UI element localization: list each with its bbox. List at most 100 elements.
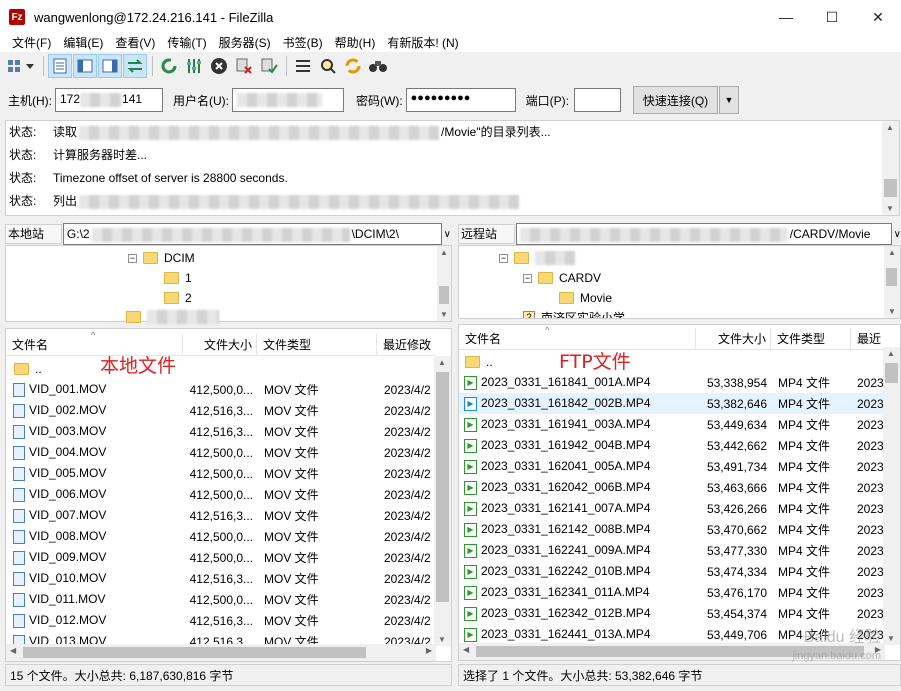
log-scrollbar-thumb[interactable]: [884, 179, 897, 197]
tree-item-redacted[interactable]: −: [499, 249, 575, 267]
remote-file-row[interactable]: ▶ 2023_0331_162241_009A.MP4 53,477,330 MP4 …: [459, 540, 885, 561]
remote-file-row[interactable]: ▶ 2023_0331_162042_006B.MP4 53,463,666 MP4 …: [459, 477, 885, 498]
scroll-up-arrow-icon[interactable]: ▲: [438, 358, 446, 367]
close-button[interactable]: ✕: [855, 0, 901, 34]
tree-item-redacted[interactable]: [126, 308, 219, 326]
remote-file-row[interactable]: ▶ 2023_0331_161841_001A.MP4 53,338,954 MP4 …: [459, 372, 885, 393]
local-file-row[interactable]: VID_008.MOV 412,500,0... MOV 文件 2023/4/2: [6, 526, 436, 547]
reconnect-icon[interactable]: [257, 54, 281, 78]
local-tree-scrollbar-thumb[interactable]: [439, 286, 449, 304]
remote-col-type[interactable]: 文件类型: [771, 328, 851, 349]
tree-collapse-icon[interactable]: −: [499, 253, 508, 263]
remote-col-modified[interactable]: 最近: [851, 328, 885, 349]
maximize-button[interactable]: ☐: [809, 0, 855, 34]
local-list-scrollbar-thumb[interactable]: [436, 372, 449, 602]
remote-file-row[interactable]: ▶ 2023_0331_162041_005A.MP4 53,491,734 MP4 …: [459, 456, 885, 477]
compare-directories-icon[interactable]: [316, 54, 340, 78]
local-col-size[interactable]: 文件大小: [183, 334, 257, 355]
local-file-row[interactable]: VID_001.MOV 412,500,0... MOV 文件 2023/4/2: [6, 379, 436, 400]
menu-bookmarks[interactable]: 书签(B): [277, 34, 329, 52]
local-file-row[interactable]: VID_004.MOV 412,500,0... MOV 文件 2023/4/2: [6, 442, 436, 463]
remote-tree-scrollbar[interactable]: ▲ ▼: [884, 246, 900, 318]
scroll-down-arrow-icon[interactable]: ▼: [886, 204, 894, 213]
remote-file-row[interactable]: ▶ 2023_0331_161842_002B.MP4 53,382,646 MP4 …: [459, 393, 885, 414]
local-list-scrollbar[interactable]: ▲ ▼: [434, 356, 451, 646]
log-scrollbar[interactable]: ▲ ▼: [882, 121, 899, 215]
scroll-left-arrow-icon[interactable]: ◀: [463, 645, 469, 654]
menu-help[interactable]: 帮助(H): [329, 34, 382, 52]
tree-collapse-icon[interactable]: −: [523, 273, 532, 283]
remote-path-dropdown-icon[interactable]: ∨: [894, 229, 901, 240]
tree-collapse-icon[interactable]: −: [128, 253, 137, 263]
toggle-remote-tree-icon[interactable]: [98, 54, 122, 78]
local-tree-scrollbar[interactable]: ▲ ▼: [437, 246, 451, 321]
scroll-up-arrow-icon[interactable]: ▲: [888, 248, 896, 257]
remote-tree-scrollbar-thumb[interactable]: [886, 268, 897, 286]
search-remote-files-icon[interactable]: [366, 54, 390, 78]
remote-col-filename[interactable]: 文件名: [459, 328, 696, 349]
remote-file-row[interactable]: ▶ 2023_0331_162141_007A.MP4 53,426,266 MP4 …: [459, 498, 885, 519]
local-file-row[interactable]: VID_006.MOV 412,500,0... MOV 文件 2023/4/2: [6, 484, 436, 505]
local-file-row[interactable]: VID_011.MOV 412,500,0... MOV 文件 2023/4/2: [6, 589, 436, 610]
remote-file-row[interactable]: ▶ 2023_0331_162342_012B.MP4 53,454,374 MP4 …: [459, 603, 885, 624]
minimize-button[interactable]: —: [763, 0, 809, 34]
refresh-icon[interactable]: [157, 54, 181, 78]
tree-item-movie[interactable]: Movie: [559, 289, 612, 307]
local-parent-dir-row[interactable]: ..: [6, 358, 436, 379]
local-file-row[interactable]: VID_002.MOV 412,516,3... MOV 文件 2023/4/2: [6, 400, 436, 421]
cancel-operation-icon[interactable]: [207, 54, 231, 78]
scroll-down-arrow-icon[interactable]: ▼: [887, 634, 895, 643]
scroll-left-arrow-icon[interactable]: ◀: [10, 646, 16, 655]
local-list-hscrollbar[interactable]: ◀ ▶: [6, 644, 436, 661]
remote-parent-dir-row[interactable]: ..: [459, 351, 885, 372]
disconnect-icon[interactable]: [232, 54, 256, 78]
local-file-row[interactable]: VID_009.MOV 412,500,0... MOV 文件 2023/4/2: [6, 547, 436, 568]
remote-list-scrollbar[interactable]: ▲ ▼: [883, 347, 900, 645]
toggle-log-icon[interactable]: [48, 54, 72, 78]
remote-file-row[interactable]: ▶ 2023_0331_161941_003A.MP4 53,449,634 MP4 …: [459, 414, 885, 435]
menu-server[interactable]: 服务器(S): [213, 34, 277, 52]
directory-listing-filter-icon[interactable]: [291, 54, 315, 78]
port-input[interactable]: [574, 88, 621, 112]
local-col-modified[interactable]: 最近修改: [377, 334, 436, 355]
tree-item-1[interactable]: 1: [164, 269, 192, 287]
tree-item-2[interactable]: 2: [164, 289, 192, 307]
pane-splitter[interactable]: [452, 222, 457, 663]
local-col-type[interactable]: 文件类型: [257, 334, 377, 355]
local-path-dropdown-icon[interactable]: ∨: [444, 229, 451, 240]
local-file-row[interactable]: VID_007.MOV 412,516,3... MOV 文件 2023/4/2: [6, 505, 436, 526]
site-manager-icon[interactable]: [4, 54, 38, 78]
remote-file-row[interactable]: ▶ 2023_0331_162341_011A.MP4 53,476,170 MP4 …: [459, 582, 885, 603]
tree-item-school[interactable]: ? 南济区实验小学: [523, 308, 625, 318]
local-file-row[interactable]: VID_010.MOV 412,516,3... MOV 文件 2023/4/2: [6, 568, 436, 589]
quickconnect-button[interactable]: 快速连接(Q): [633, 86, 718, 114]
scroll-up-arrow-icon[interactable]: ▲: [440, 248, 448, 257]
scroll-down-arrow-icon[interactable]: ▼: [440, 310, 448, 319]
menu-new-version[interactable]: 有新版本! (N): [381, 34, 464, 52]
remote-path-input[interactable]: /CARDV/Movie: [515, 223, 892, 245]
scroll-down-arrow-icon[interactable]: ▼: [888, 307, 896, 316]
local-file-row[interactable]: VID_012.MOV 412,516,3... MOV 文件 2023/4/2: [6, 610, 436, 631]
remote-file-row[interactable]: ▶ 2023_0331_162142_008B.MP4 53,470,662 MP4 …: [459, 519, 885, 540]
remote-file-row[interactable]: ▶ 2023_0331_162242_010B.MP4 53,474,334 MP4 …: [459, 561, 885, 582]
scroll-up-arrow-icon[interactable]: ▲: [886, 123, 894, 132]
host-input[interactable]: 172 141: [55, 88, 163, 112]
local-file-row[interactable]: VID_003.MOV 412,516,3... MOV 文件 2023/4/2: [6, 421, 436, 442]
toggle-transfer-queue-icon[interactable]: [123, 54, 147, 78]
scroll-right-arrow-icon[interactable]: ▶: [426, 646, 432, 655]
toggle-local-tree-icon[interactable]: [73, 54, 97, 78]
remote-col-size[interactable]: 文件大小: [696, 328, 771, 349]
password-input[interactable]: ●●●●●●●●●: [405, 88, 516, 112]
sync-browsing-icon[interactable]: [341, 54, 365, 78]
tree-item-cardv[interactable]: − CARDV: [523, 269, 601, 287]
local-path-input[interactable]: G:\2 \DCIM\2\: [62, 223, 442, 245]
menu-file[interactable]: 文件(F): [6, 34, 57, 52]
remote-file-row[interactable]: ▶ 2023_0331_161942_004B.MP4 53,442,662 MP4 …: [459, 435, 885, 456]
process-queue-icon[interactable]: [182, 54, 206, 78]
username-input[interactable]: [232, 88, 344, 112]
menu-view[interactable]: 查看(V): [109, 34, 161, 52]
scroll-up-arrow-icon[interactable]: ▲: [887, 349, 895, 358]
menu-edit[interactable]: 编辑(E): [57, 34, 109, 52]
local-file-row[interactable]: VID_005.MOV 412,500,0... MOV 文件 2023/4/2: [6, 463, 436, 484]
local-hscrollbar-thumb[interactable]: [23, 647, 366, 658]
